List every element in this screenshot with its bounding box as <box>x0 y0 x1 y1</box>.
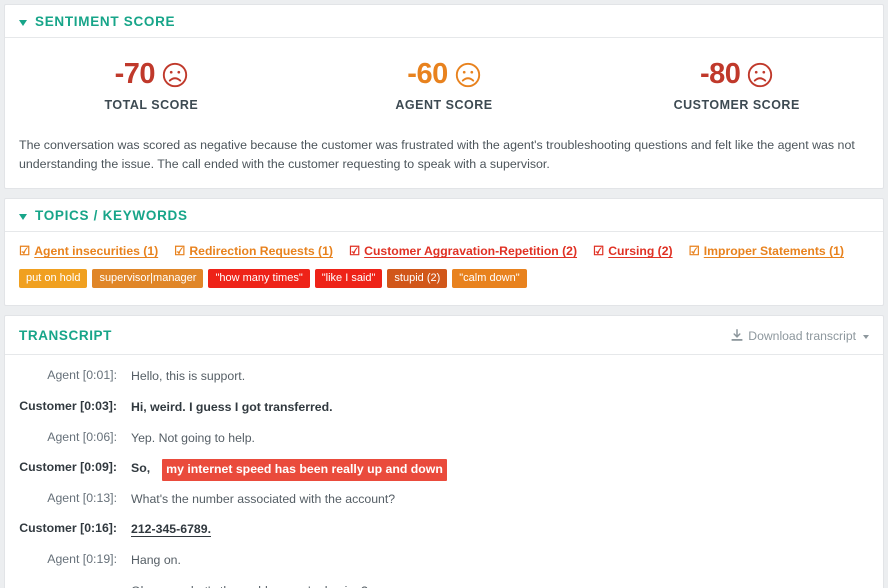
topics-keywords-card: TOPICS / KEYWORDS ☑ Agent insecurities (1… <box>4 198 884 307</box>
transcript-line: Agent [0:06]: Yep. Not going to help. <box>19 423 869 454</box>
transcript-speaker-label: Customer [0:09]: <box>19 460 117 475</box>
agent-score-value: -60 <box>407 58 448 90</box>
sentiment-section-title: SENTIMENT SCORE <box>35 14 176 29</box>
keyword-tag[interactable]: stupid (2) <box>387 269 448 289</box>
customer-score-value: -80 <box>699 58 741 90</box>
topic-item[interactable]: ☑ Redirection Requests (1) <box>174 244 333 258</box>
transcript-line: Agent [0:13]: What's the number associate… <box>19 484 869 515</box>
frowning-face-icon <box>748 62 773 87</box>
topic-item-label: Improper Statements (1) <box>703 244 844 259</box>
total-score-cell: -70 TOTAL SCORE <box>5 60 298 113</box>
topic-item-label: Cursing (2) <box>608 244 673 259</box>
utterance-prefix: So, <box>131 461 151 476</box>
keyword-tag-list: put on hold supervisor|manager "how many t… <box>19 269 869 292</box>
score-list: -70 TOTAL SCORE -60 AGENT SCORE -80 CUST… <box>5 38 883 120</box>
transcript-section-header: TRANSCRIPT Download transcript <box>5 316 883 356</box>
transcript-speaker-label: Agent [0:06]: <box>47 429 117 444</box>
checked-checkbox-icon[interactable]: ☑ <box>19 245 30 258</box>
transcript-utterance: Yep. Not going to help. <box>131 430 255 445</box>
transcript-line: Agent [0:19]: Hang on. <box>19 545 869 576</box>
sentiment-summary-text: The conversation was scored as negative … <box>19 138 855 172</box>
total-score-row: -70 <box>5 60 298 89</box>
checked-checkbox-icon[interactable]: ☑ <box>689 245 700 258</box>
redacted-phone-number[interactable]: 212-345-6789. <box>131 522 211 536</box>
topic-item[interactable]: ☑ Cursing (2) <box>593 244 673 258</box>
customer-score-cell: -80 CUSTOMER SCORE <box>590 60 883 113</box>
sentiment-score-card: SENTIMENT SCORE -70 TOTAL SCORE -60 AGEN… <box>4 4 884 190</box>
transcript-utterance: So, my internet speed has been really up … <box>131 459 447 481</box>
agent-score-row: -60 <box>298 60 591 89</box>
transcript-line: Customer [0:16]: 212-345-6789. <box>19 514 869 545</box>
topic-item-label: Customer Aggravation-Repetition (2) <box>364 244 578 259</box>
transcript-line: Okay, so what's the problem you're havin… <box>19 576 869 588</box>
highlighted-phrase[interactable]: my internet speed has been really up and… <box>162 459 447 481</box>
transcript-speaker-label: Agent [0:01]: <box>47 368 117 383</box>
transcript-speaker-label: Customer [0:03]: <box>19 399 117 414</box>
download-transcript-label: Download transcript <box>748 328 856 343</box>
customer-score-label: CUSTOMER SCORE <box>673 98 800 112</box>
keyword-tag[interactable]: "like I said" <box>314 269 383 289</box>
keyword-tag[interactable]: "calm down" <box>452 269 527 289</box>
transcript-line: Customer [0:03]: Hi, weird. I guess I got… <box>19 392 869 423</box>
transcript-utterance: 212-345-6789. <box>131 521 211 538</box>
transcript-speaker-label: Agent [0:13]: <box>47 490 117 505</box>
chevron-down-icon[interactable] <box>19 213 27 220</box>
transcript-utterance: Okay, so what's the problem you're havin… <box>131 583 368 588</box>
page-root: SENTIMENT SCORE -70 TOTAL SCORE -60 AGEN… <box>0 0 888 588</box>
topic-list: ☑ Agent insecurities (1) ☑ Redirection Requ… <box>19 244 869 258</box>
chevron-down-icon[interactable] <box>863 334 869 339</box>
topics-section-header[interactable]: TOPICS / KEYWORDS <box>5 199 883 233</box>
keyword-tag[interactable]: put on hold <box>19 269 88 289</box>
transcript-utterance: Hello, this is support. <box>131 369 246 384</box>
download-icon <box>731 329 743 342</box>
download-transcript-button[interactable]: Download transcript <box>731 329 869 343</box>
topic-item[interactable]: ☑ Improper Statements (1) <box>689 244 844 258</box>
checked-checkbox-icon[interactable]: ☑ <box>349 245 360 258</box>
checked-checkbox-icon[interactable]: ☑ <box>593 245 604 258</box>
transcript-utterance: Hang on. <box>131 553 181 567</box>
keyword-tag[interactable]: supervisor|manager <box>92 269 204 289</box>
checked-checkbox-icon[interactable]: ☑ <box>174 245 185 258</box>
total-score-value: -70 <box>114 58 156 90</box>
topics-body: ☑ Agent insecurities (1) ☑ Redirection Requ… <box>5 232 883 305</box>
sentiment-section-header[interactable]: SENTIMENT SCORE <box>5 5 883 38</box>
transcript-utterance: Hi, weird. I guess I got transferred. <box>131 400 333 415</box>
topic-item-label: Redirection Requests (1) <box>189 244 333 259</box>
frowning-face-icon <box>162 62 188 87</box>
chevron-down-icon[interactable] <box>19 19 27 26</box>
customer-score-row: -80 <box>590 60 883 89</box>
keyword-tag[interactable]: "how many times" <box>208 269 310 289</box>
transcript-line: Agent [0:01]: Hello, this is support. <box>19 361 869 392</box>
agent-score-cell: -60 AGENT SCORE <box>298 60 591 113</box>
agent-score-label: AGENT SCORE <box>395 98 493 112</box>
transcript-speaker-label: Agent [0:19]: <box>47 552 117 566</box>
total-score-label: TOTAL SCORE <box>104 98 199 112</box>
transcript-section-title: TRANSCRIPT <box>19 328 112 344</box>
topic-item-label: Agent insecurities (1) <box>34 244 159 259</box>
transcript-speaker-label: Customer [0:16]: <box>19 521 117 536</box>
transcript-utterance: What's the number associated with the ac… <box>131 491 396 506</box>
topic-item[interactable]: ☑ Agent insecurities (1) <box>19 244 158 258</box>
transcript-line: Customer [0:09]: So, my internet speed has… <box>19 453 869 484</box>
topic-item[interactable]: ☑ Customer Aggravation-Repetition (2) <box>349 244 577 258</box>
topics-section-title: TOPICS / KEYWORDS <box>35 208 188 224</box>
transcript-line-list: Agent [0:01]: Hello, this is support. Cust… <box>5 355 883 588</box>
transcript-card: TRANSCRIPT Download transcript Agent [0:… <box>4 315 884 588</box>
frowning-face-icon <box>455 62 480 87</box>
